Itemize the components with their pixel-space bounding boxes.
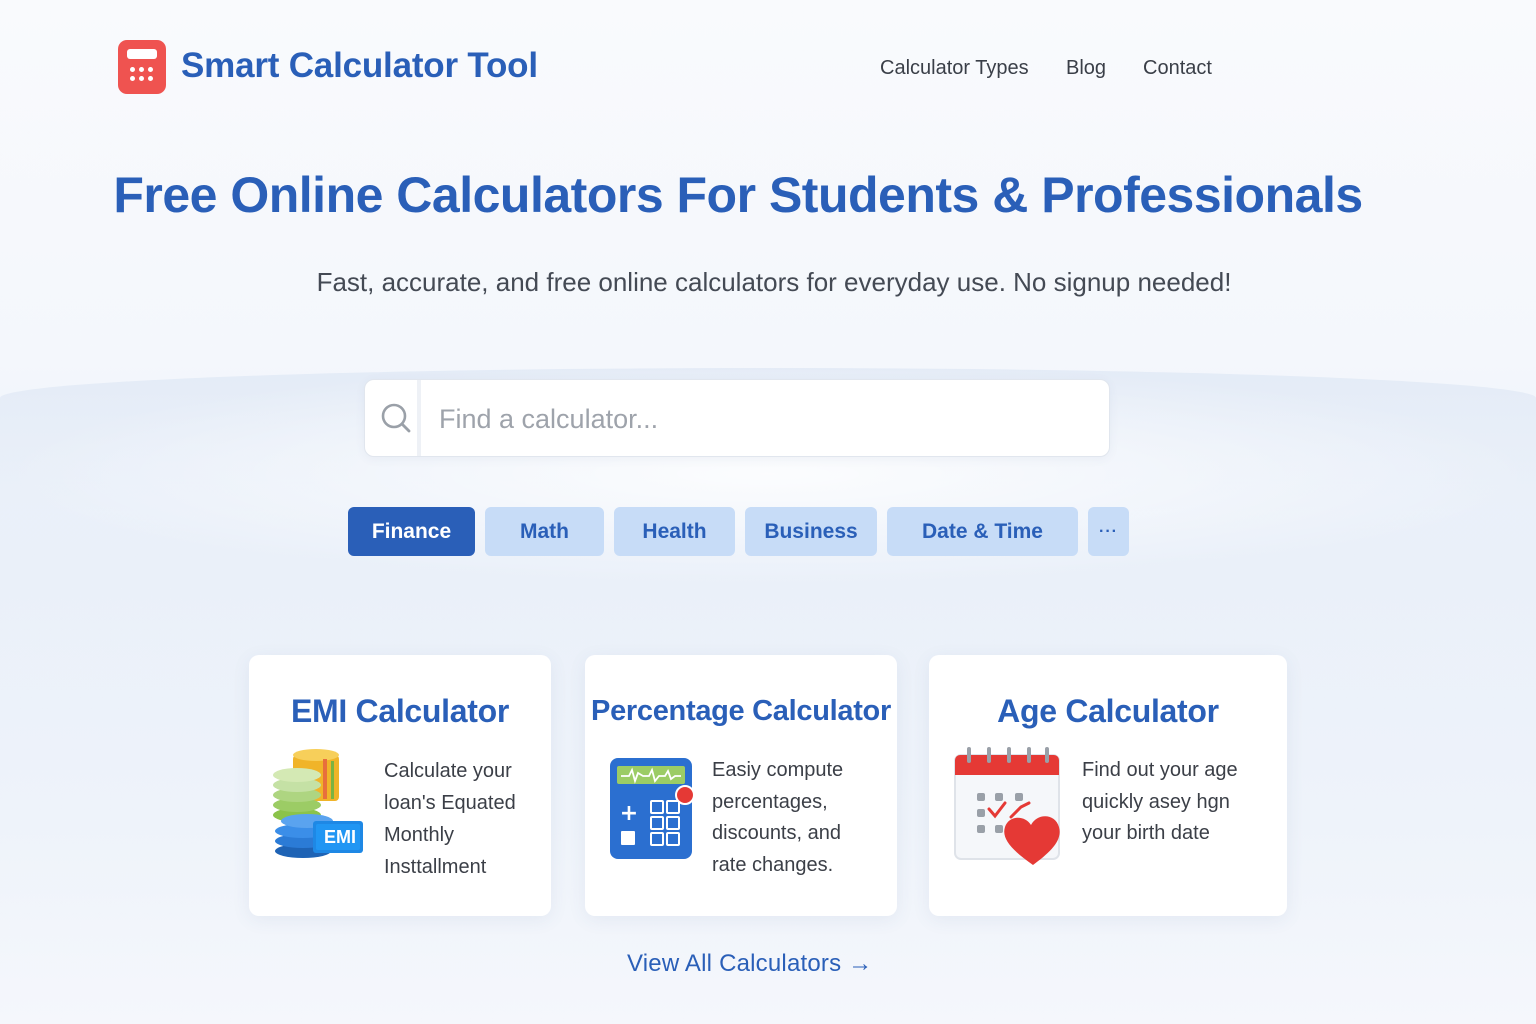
- more-tabs-button[interactable]: ···: [1088, 507, 1129, 556]
- card-emi-calculator[interactable]: EMI Calculator EMI Calculate your loan's…: [249, 655, 551, 916]
- card-desc-line: loan's Equated: [384, 792, 516, 814]
- card-desc-line: quickly asey hgn: [1082, 790, 1230, 813]
- nav-calculator-types[interactable]: Calculator Types: [880, 57, 1029, 80]
- emi-badge-label: EMI: [323, 827, 356, 847]
- card-desc-line: Insttallment: [384, 856, 487, 878]
- nav-blog[interactable]: Blog: [1066, 57, 1106, 80]
- card-title: EMI Calculator: [290, 693, 510, 729]
- tab-date-time[interactable]: Date & Time: [887, 507, 1078, 556]
- view-all-calculators-link[interactable]: View All Calculators →: [627, 950, 872, 978]
- card-title: Age Calculator: [997, 693, 1219, 729]
- search-input[interactable]: [437, 398, 1081, 440]
- tab-business[interactable]: Business: [745, 507, 877, 556]
- card-desc-line: Calculate your: [384, 760, 512, 782]
- card-age-calculator[interactable]: Age Calculator Find out your age quickly…: [929, 655, 1287, 916]
- tab-health[interactable]: Health: [614, 507, 735, 556]
- card-desc-line: rate changes.: [712, 853, 834, 876]
- brand-name[interactable]: Smart Calculator Tool: [181, 46, 538, 86]
- page-title: Free Online Calculators For Students & P…: [113, 167, 1363, 223]
- card-desc-line: your birth date: [1082, 822, 1210, 844]
- calendar-heart-icon: [953, 743, 1065, 874]
- card-desc-line: Monthly: [384, 824, 455, 846]
- nav-contact[interactable]: Contact: [1143, 57, 1212, 80]
- logo-calculator-icon[interactable]: [118, 40, 166, 94]
- card-desc-line: discounts, and: [712, 822, 841, 844]
- card-percentage-calculator[interactable]: Percentage Calculator + Easiy compute pe…: [585, 655, 897, 916]
- card-desc-line: Find out your age: [1082, 759, 1238, 781]
- calculator-icon: +: [609, 757, 699, 866]
- card-title: Percentage Calculator: [591, 695, 891, 727]
- tab-finance[interactable]: Finance: [348, 507, 475, 556]
- search-icon[interactable]: [365, 380, 421, 456]
- search-bar[interactable]: [364, 379, 1110, 457]
- page-subtitle: Fast, accurate, and free online calculat…: [316, 267, 1232, 297]
- card-desc-line: percentages,: [712, 790, 828, 813]
- tab-math[interactable]: Math: [485, 507, 604, 556]
- svg-text:+: +: [620, 801, 638, 826]
- card-desc-line: Easiy compute: [712, 759, 844, 781]
- coin-stack-icon: EMI: [273, 747, 365, 864]
